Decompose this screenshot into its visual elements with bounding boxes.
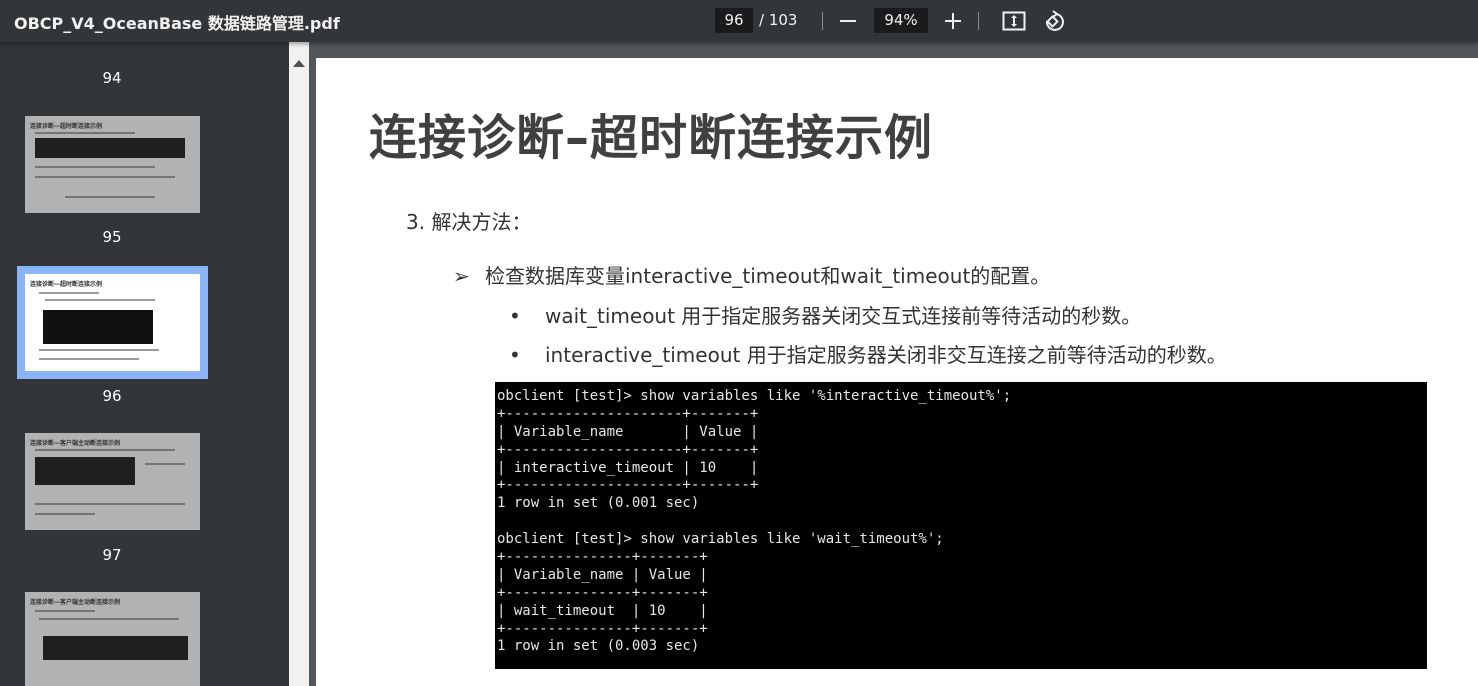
thumbnail-title: 连接诊断—超时断连接示例 (30, 123, 103, 130)
terminal-line: | Variable_name | Value | (497, 423, 759, 440)
terminal-line: | Variable_name | Value | (497, 566, 708, 583)
thumbnail-title: 连接诊断—客户端主动断连接示例 (30, 440, 121, 447)
terminal-line: +---------------------+-------+ (497, 441, 759, 458)
plus-icon (945, 13, 961, 29)
thumbnail-line (39, 292, 99, 294)
panel-divider (309, 42, 316, 686)
bullet-dot-icon: • (509, 304, 521, 328)
thumbnail-line (35, 513, 95, 515)
pdf-toolbar: OBCP_V4_OceanBase 数据链路管理.pdf 96 / 103 94… (0, 0, 1478, 42)
thumbnail-line (45, 299, 155, 301)
document-title: OBCP_V4_OceanBase 数据链路管理.pdf (14, 14, 340, 33)
rotate-icon (1045, 10, 1064, 31)
check-item: ➢ 检查数据库变量interactive_timeout和wait_timeout… (453, 260, 1050, 289)
thumbnail-line (35, 610, 95, 612)
bullet-wait-timeout: • wait_timeout 用于指定服务器关闭交互式连接前等待活动的秒数。 (509, 300, 1141, 329)
bullet-interactive-timeout: • interactive_timeout 用于指定服务器关闭非交互连接之前等待活… (509, 339, 1227, 368)
rotate-button[interactable] (1039, 6, 1069, 36)
terminal-line: +---------------+-------+ (497, 549, 708, 566)
thumbnail-page-96[interactable]: 连接诊断—超时断连接示例 (25, 274, 200, 371)
bullet-text: wait_timeout 用于指定服务器关闭交互式连接前等待活动的秒数。 (545, 304, 1142, 328)
terminal-line: +---------------+-------+ (497, 620, 708, 637)
thumbnail-label-96: 96 (102, 387, 122, 405)
terminal-line: +---------------------+-------+ (497, 405, 759, 422)
terminal-line: | interactive_timeout | 10 | (497, 459, 759, 476)
thumbnail-line (65, 196, 155, 198)
terminal-line: | wait_timeout | 10 | (497, 602, 708, 619)
thumbnail-line (39, 349, 159, 351)
thumbnail-label-95: 95 (102, 228, 122, 246)
bullet-dot-icon: • (509, 343, 521, 367)
terminal-line: obclient [test]> show variables like '%i… (497, 388, 1012, 404)
thumbnail-line (35, 132, 135, 134)
pdf-page: 连接诊断–超时断连接示例 3. 解决方法： ➢ 检查数据库变量interactiv… (316, 58, 1478, 686)
terminal-line: +---------------------+-------+ (497, 477, 759, 494)
thumbnail-line (39, 618, 179, 620)
thumbnail-code-block (43, 310, 153, 344)
fit-page-button[interactable] (999, 6, 1029, 36)
page-number-input[interactable]: 96 (715, 8, 753, 33)
zoom-in-button[interactable] (938, 6, 968, 36)
terminal-line: 1 row in set (0.001 sec) (497, 495, 700, 512)
zoom-level-input[interactable]: 94% (874, 8, 928, 33)
thumbnail-line (145, 463, 185, 465)
thumbnail-code-block (35, 457, 135, 485)
toolbar-separator (978, 12, 979, 30)
terminal-line: obclient [test]> show variables like 'wa… (497, 531, 944, 548)
thumbnail-line (35, 176, 175, 178)
thumbnail-label-94: 94 (102, 69, 122, 87)
thumbnail-page-95[interactable]: 连接诊断—超时断连接示例 (25, 116, 200, 213)
sidebar-scrollbar[interactable] (289, 42, 309, 686)
thumbnail-label-97: 97 (102, 546, 122, 564)
solution-heading: 3. 解决方法： (406, 210, 532, 234)
bullet-text: interactive_timeout 用于指定服务器关闭非交互连接之前等待活动… (545, 343, 1227, 367)
thumbnail-line (35, 166, 155, 168)
thumbnail-code-block (43, 636, 188, 660)
thumbnail-code-block (35, 138, 185, 158)
thumbnail-page-97[interactable]: 连接诊断—客户端主动断连接示例 (25, 433, 200, 530)
slide-title: 连接诊断–超时断连接示例 (369, 110, 934, 166)
scroll-up-icon[interactable] (293, 60, 305, 67)
thumbnail-line (35, 503, 185, 505)
arrow-bullet-icon: ➢ (453, 264, 470, 288)
minus-icon (840, 20, 856, 22)
fit-page-icon (1002, 11, 1026, 31)
terminal-line: 1 row in set (0.003 sec) (497, 638, 700, 655)
terminal-line: +---------------+-------+ (497, 584, 708, 601)
thumbnail-sidebar: 94 连接诊断—超时断连接示例 95 连接诊断—超时断连接示例 96 连接诊断—… (0, 42, 289, 686)
toolbar-separator (822, 12, 823, 30)
zoom-out-button[interactable] (833, 6, 863, 36)
thumbnail-page-98[interactable]: 连接诊断—客户端主动断连接示例 (25, 592, 200, 686)
page-total: / 103 (759, 11, 798, 29)
thumbnail-line (35, 449, 175, 451)
thumbnail-line (39, 358, 139, 360)
check-text: 检查数据库变量interactive_timeout和wait_timeout的… (485, 264, 1051, 288)
terminal-screenshot: obclient [test]> show variables like '%i… (495, 382, 1427, 669)
thumbnail-title: 连接诊断—超时断连接示例 (30, 281, 103, 288)
thumbnail-title: 连接诊断—客户端主动断连接示例 (30, 599, 121, 606)
